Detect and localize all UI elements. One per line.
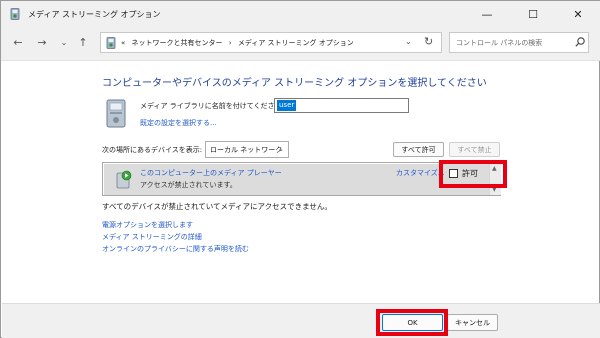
breadcrumb-network-center[interactable]: ネットワークと共有センター (132, 39, 223, 47)
media-player-icon (116, 170, 132, 189)
address-bar[interactable]: « ネットワークと共有センター › メディア ストリーミング オプション ⌄ ↻ (100, 32, 442, 53)
title-bar: メディア ストリーミング オプション — ☐ ✕ (1, 1, 600, 27)
refresh-icon[interactable]: ↻ (424, 35, 433, 48)
navigation-bar: ← → ⌄ ↑ « ネットワークと共有センター › メディア ストリーミング オ… (1, 27, 600, 61)
search-icon[interactable] (574, 36, 586, 48)
cancel-button[interactable]: キャンセル (447, 314, 498, 331)
media-library-icon (106, 99, 126, 128)
search-placeholder: コントロール パネルの検索 (456, 39, 543, 47)
location-select[interactable]: ローカル ネットワーク ⌄ (205, 141, 289, 158)
chevron-down-icon: ⌄ (60, 37, 68, 47)
maximize-icon: ☐ (528, 7, 538, 21)
device-status: アクセスが禁止されています。 (140, 181, 237, 189)
control-panel-icon (106, 37, 116, 49)
default-settings-link[interactable]: 既定の設定を選択する... (140, 118, 217, 128)
ok-highlight-box (376, 309, 448, 336)
up-button[interactable]: ↑ (74, 33, 92, 51)
window-title: メディア ストリーミング オプション (28, 10, 161, 19)
allow-all-button[interactable]: すべて許可 (393, 142, 444, 157)
dialog-footer (2, 303, 600, 338)
minimize-icon: — (481, 7, 493, 21)
allow-highlight-box (439, 160, 507, 188)
streaming-details-link[interactable]: メディア ストリーミングの詳細 (102, 232, 202, 242)
library-name-value: user (277, 100, 297, 111)
recent-locations-button[interactable]: ⌄ (55, 33, 73, 51)
power-options-link[interactable]: 電源オプションを選択します (102, 220, 193, 230)
forward-arrow-icon: → (37, 35, 47, 49)
blocked-message: すべてのデバイスが禁止されていてメディアにアクセスできません。 (102, 202, 332, 211)
back-button[interactable]: ← (9, 33, 27, 51)
library-name-label: メディア ライブラリに名前を付けてください: (140, 102, 284, 110)
show-devices-label: 次の場所にあるデバイスを表示: (102, 146, 203, 154)
customize-link[interactable]: カスタマイズ... (396, 168, 444, 178)
breadcrumb-media-streaming[interactable]: メディア ストリーミング オプション (238, 39, 354, 47)
page-title: コンピューターやデバイスのメディア ストリーミング オプションを選択してください (102, 78, 487, 89)
maximize-button[interactable]: ☐ (510, 1, 556, 27)
block-all-button[interactable]: すべて禁止 (449, 142, 500, 157)
forward-button[interactable]: → (33, 33, 51, 51)
location-select-value: ローカル ネットワーク (210, 146, 283, 154)
privacy-statement-link[interactable]: オンラインのプライバシーに関する声明を読む (102, 244, 249, 254)
media-streaming-options-window: メディア ストリーミング オプション — ☐ ✕ ← → ⌄ ↑ « ネットワー… (0, 0, 600, 338)
breadcrumb-separator-icon[interactable]: › (229, 39, 232, 47)
close-button[interactable]: ✕ (555, 1, 600, 27)
search-input[interactable]: コントロール パネルの検索 (449, 32, 589, 53)
breadcrumb: « ネットワークと共有センター › メディア ストリーミング オプション (121, 38, 354, 48)
media-streaming-app-icon (10, 8, 20, 20)
back-arrow-icon: ← (13, 35, 23, 49)
library-name-field[interactable]: user (274, 98, 409, 113)
chevron-down-icon: ⌄ (278, 145, 284, 153)
breadcrumb-overflow-icon[interactable]: « (121, 39, 125, 47)
minimize-button[interactable]: — (464, 1, 510, 27)
up-arrow-icon: ↑ (78, 35, 88, 49)
device-name-link[interactable]: このコンピューター上のメディア プレーヤー (140, 168, 282, 178)
address-dropdown-icon[interactable]: ⌄ (405, 37, 412, 46)
close-icon: ✕ (573, 7, 583, 21)
